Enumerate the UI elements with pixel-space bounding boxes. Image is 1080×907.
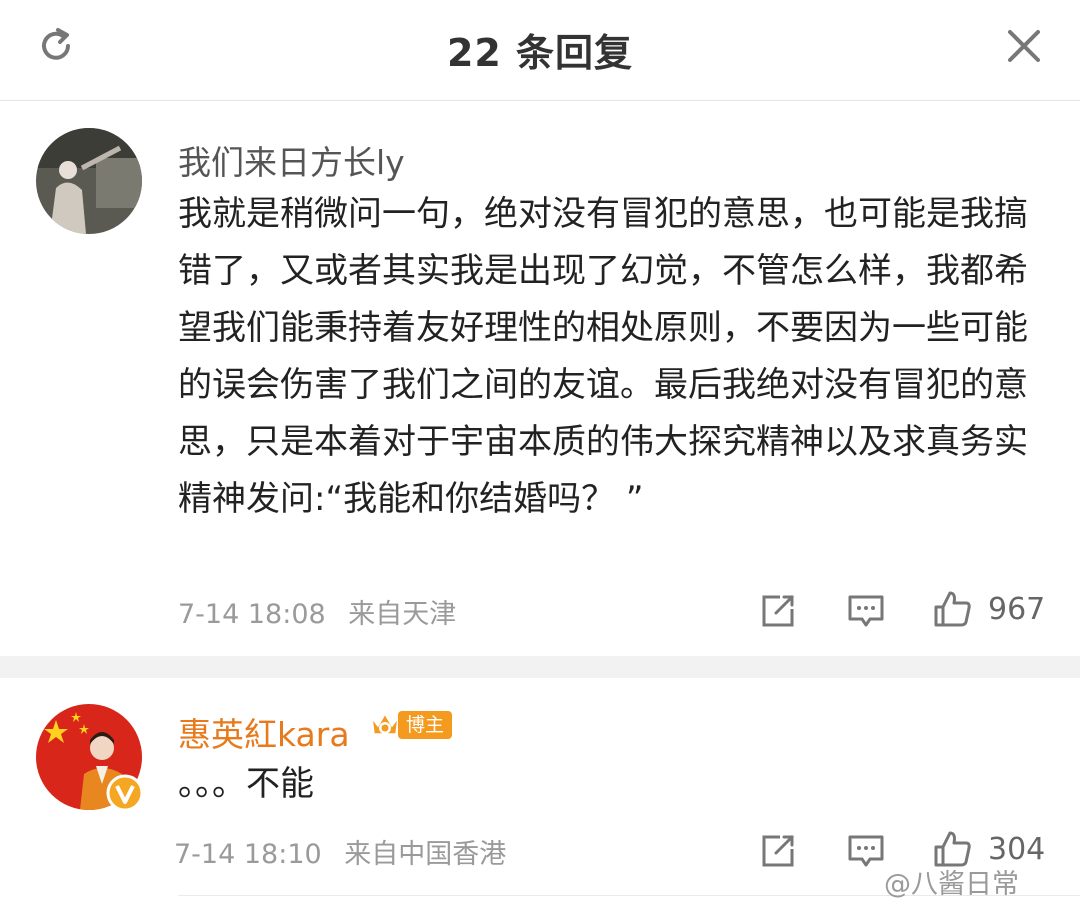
comment-icon[interactable] <box>846 591 886 631</box>
close-icon[interactable] <box>1002 24 1046 68</box>
like-icon[interactable] <box>932 589 972 629</box>
verified-badge <box>106 774 144 812</box>
crown-icon <box>370 712 400 735</box>
comment-icon[interactable] <box>846 831 886 871</box>
comment-location: 来自中国香港 <box>344 839 507 870</box>
comment-text: 。。。不能 <box>178 764 314 804</box>
comment-meta: 7-14 18:10 来自中国香港 <box>174 832 506 871</box>
comment-username[interactable]: 惠英紅kara <box>178 708 350 756</box>
comment-time: 7-14 18:08 <box>178 599 326 630</box>
author-badge: 博主 <box>368 708 453 742</box>
dialog-header: 22 条回复 <box>0 0 1080 101</box>
page-title: 22 条回复 <box>446 31 634 75</box>
divider <box>0 656 1080 678</box>
comment-meta: 7-14 18:08 来自天津 <box>178 592 456 631</box>
share-icon[interactable] <box>758 591 798 631</box>
avatar[interactable] <box>36 128 142 234</box>
comment-time: 7-14 18:10 <box>174 839 322 870</box>
like-count: 967 <box>988 592 1046 627</box>
comment-text: 我就是稍微问一句，绝对没有冒犯的意思，也可能是我搞错了，又或者其实我是出现了幻觉… <box>178 194 1028 519</box>
share-icon[interactable] <box>758 831 798 871</box>
comment-username[interactable]: 我们来日方长ly <box>178 136 405 184</box>
watermark: @八酱日常 <box>884 869 1019 900</box>
author-badge-label: 博主 <box>398 711 453 739</box>
comment-location: 来自天津 <box>348 599 457 630</box>
